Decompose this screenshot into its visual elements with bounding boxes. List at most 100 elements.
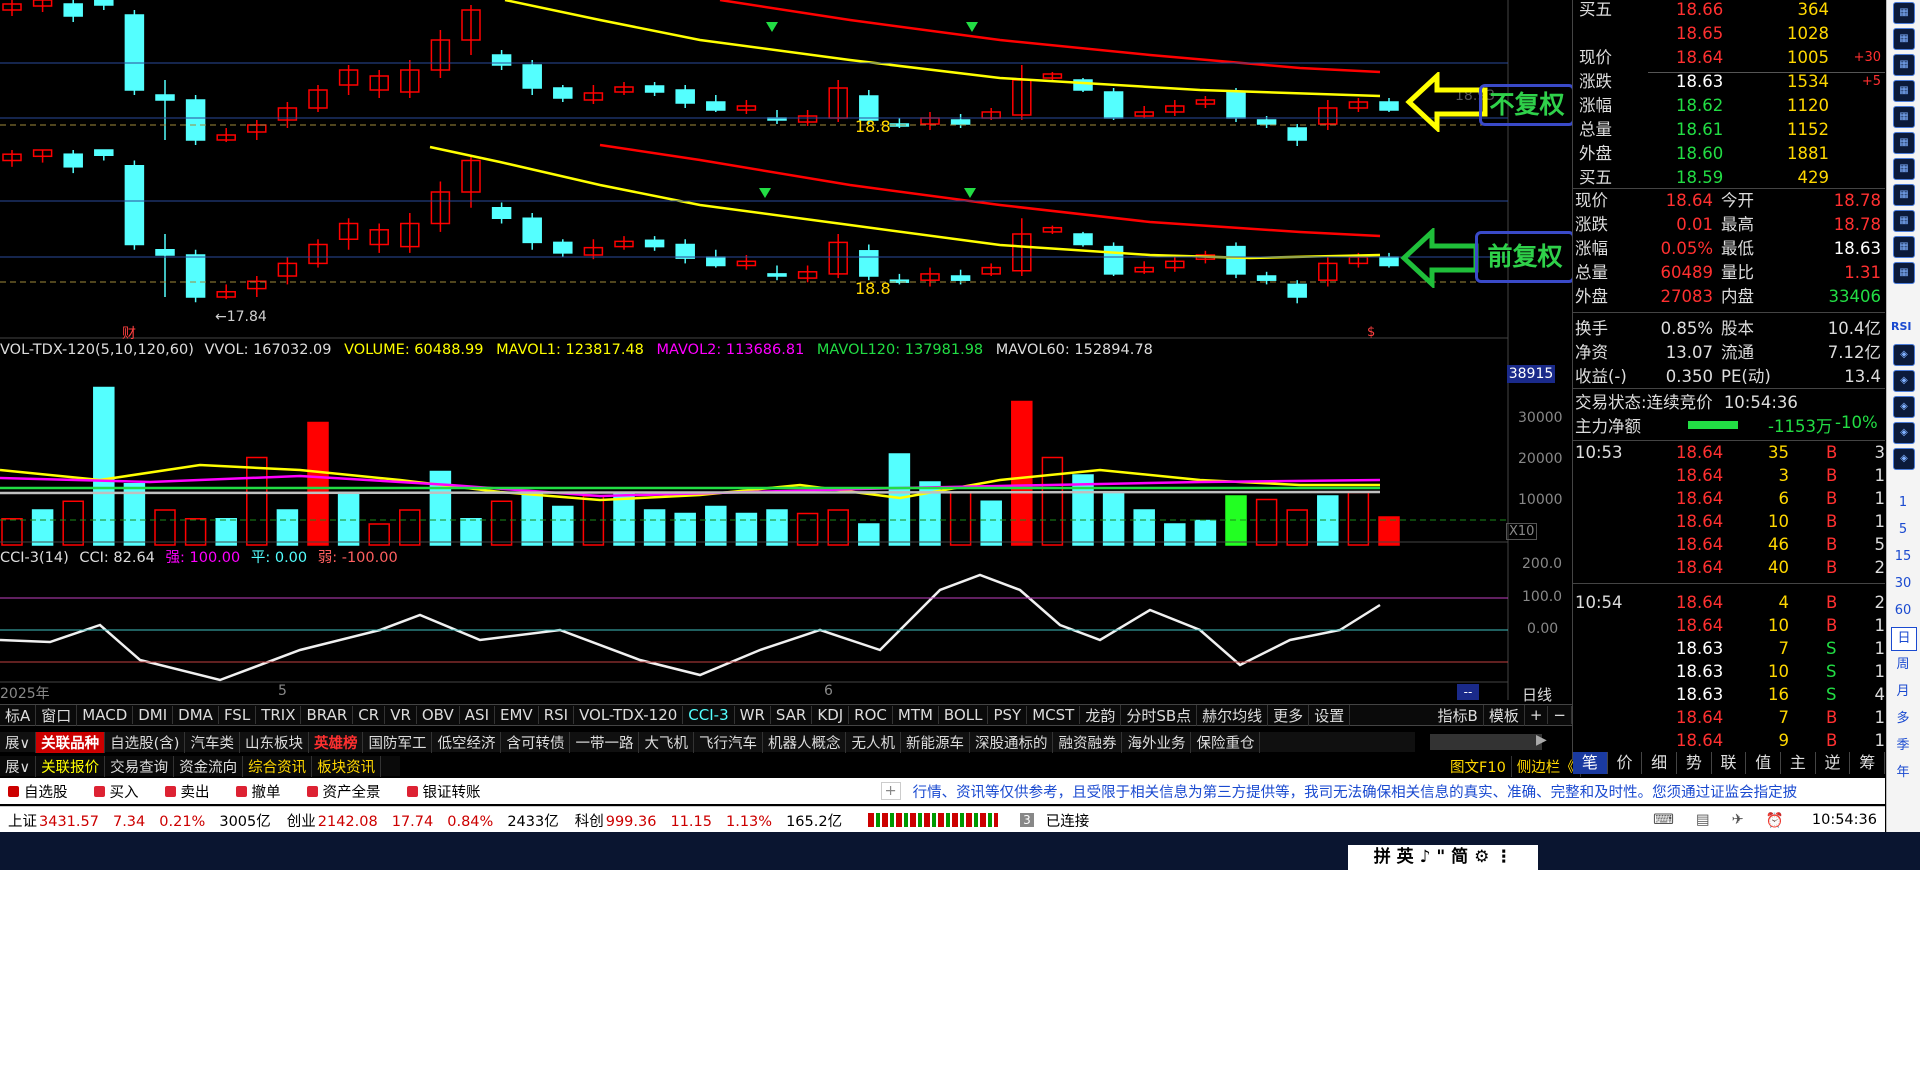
tab-indicator-tabs-13[interactable]: RSI bbox=[539, 706, 575, 724]
order-book-row[interactable]: 现价 18.64 1005 +30 bbox=[1573, 46, 1885, 70]
tab-indicator-tabs-28[interactable]: 设置 bbox=[1309, 704, 1351, 726]
volume-scale-toggle[interactable]: X10 bbox=[1506, 523, 1538, 540]
scroll-right-icon[interactable]: ▶ bbox=[1536, 732, 1547, 748]
order-book-row[interactable]: 涨幅 18.62 1120 bbox=[1573, 94, 1885, 118]
f2-icon[interactable]: ▦ bbox=[1893, 184, 1915, 206]
tab-sub-tabs-0[interactable]: 展∨ bbox=[0, 755, 37, 777]
tab-indicator-tabs-12[interactable]: EMV bbox=[495, 706, 539, 724]
ime-toolbar[interactable]: 拼 英 ♪ " 简 ⚙ ⋮ bbox=[1348, 845, 1538, 870]
move-icon[interactable]: ◈ bbox=[1893, 370, 1915, 392]
tab-sector-tabs-15[interactable]: 深股通标的 bbox=[970, 731, 1054, 753]
tab-sub-tabs-2[interactable]: 交易查询 bbox=[105, 755, 175, 777]
tab-indicator-tabs-25[interactable]: 分时SB点 bbox=[1121, 704, 1198, 726]
chart-nav-button[interactable]: -- bbox=[1457, 684, 1479, 700]
period-10[interactable]: 年 bbox=[1891, 762, 1915, 784]
tab-sub-tabs-4[interactable]: 综合资讯 bbox=[243, 755, 313, 777]
tab-sector-tabs-10[interactable]: 大飞机 bbox=[639, 731, 694, 753]
detail-tab-6[interactable]: 主 bbox=[1781, 752, 1816, 774]
tab-indicator-tabs-26[interactable]: 赫尔均线 bbox=[1197, 704, 1269, 726]
tab-indicator-right-0[interactable]: 指标B bbox=[1433, 704, 1484, 726]
order-book-row[interactable]: 买五 18.66 364 bbox=[1573, 0, 1885, 22]
tab-indicator-tabs-5[interactable]: FSL bbox=[219, 706, 257, 724]
pencil-icon[interactable]: ◈ bbox=[1893, 396, 1915, 418]
detail-tab-0[interactable]: 笔 bbox=[1573, 752, 1608, 774]
tab-sub-tabs-5[interactable]: 板块资讯 bbox=[312, 755, 382, 777]
tab-indicator-tabs-9[interactable]: VR bbox=[385, 706, 417, 724]
detail-tab-5[interactable]: 值 bbox=[1746, 752, 1782, 774]
keyboard-icon[interactable]: ⌨ bbox=[1653, 812, 1674, 828]
sync-icon[interactable]: ◈ bbox=[1893, 448, 1915, 470]
period-3[interactable]: 30 bbox=[1891, 573, 1915, 595]
period-1[interactable]: 5 bbox=[1891, 519, 1915, 541]
candle-icon[interactable]: ▦ bbox=[1893, 262, 1915, 284]
tab-indicator-tabs-27[interactable]: 更多 bbox=[1268, 704, 1310, 726]
f10-icon[interactable]: ▦ bbox=[1893, 106, 1915, 128]
detail-tab-1[interactable]: 价 bbox=[1608, 752, 1643, 774]
index-kc[interactable]: 科创 999.36 11.15 1.13% 165.2亿 bbox=[575, 810, 850, 831]
order-book-row[interactable]: 涨跌 18.63 1534 +5 bbox=[1573, 70, 1885, 94]
tab-sector-tabs-13[interactable]: 无人机 bbox=[846, 731, 901, 753]
tab-sector-tabs-1[interactable]: 关联品种 bbox=[36, 731, 106, 753]
tab-indicator-tabs-19[interactable]: ROC bbox=[849, 706, 893, 724]
tab-indicator-tabs-10[interactable]: OBV bbox=[417, 706, 460, 724]
period-8[interactable]: 多 bbox=[1891, 708, 1915, 730]
tab-indicator-tabs-3[interactable]: DMI bbox=[133, 706, 174, 724]
tab-indicator-tabs-6[interactable]: TRIX bbox=[256, 706, 302, 724]
index-sh[interactable]: 上证 3431.57 7.34 0.21% 3005亿 bbox=[8, 810, 279, 831]
tab-indicator-tabs-16[interactable]: WR bbox=[735, 706, 771, 724]
refresh-icon[interactable]: ▦ bbox=[1893, 236, 1915, 258]
tab-sector-tabs-17[interactable]: 海外业务 bbox=[1122, 731, 1192, 753]
finance-marker[interactable]: 财 bbox=[122, 323, 136, 343]
f7-icon[interactable]: ▦ bbox=[1893, 210, 1915, 232]
toolbar-item-4[interactable]: 资产全景 bbox=[306, 781, 381, 802]
period-6[interactable]: 周 bbox=[1891, 654, 1915, 676]
tab-indicator-tabs-7[interactable]: BRAR bbox=[301, 706, 354, 724]
f5-icon[interactable]: ◈ bbox=[1893, 422, 1915, 444]
period-5[interactable]: 日 bbox=[1891, 627, 1917, 651]
order-book-row[interactable]: 18.65 1028 bbox=[1573, 22, 1885, 46]
tab-sector-tabs-18[interactable]: 保险重仓 bbox=[1191, 731, 1261, 753]
rsi-icon[interactable]: RSI bbox=[1891, 320, 1912, 333]
tab-indicator-tabs-4[interactable]: DMA bbox=[173, 706, 219, 724]
tab-sector-tabs-6[interactable]: 国防军工 bbox=[363, 731, 433, 753]
tab-f10-tabs-0[interactable]: 图文F10 bbox=[1445, 755, 1512, 777]
bar-chart-icon[interactable]: ▦ bbox=[1893, 54, 1915, 76]
toolbar-item-3[interactable]: 撤单 bbox=[235, 781, 281, 802]
tab-indicator-tabs-14[interactable]: VOL-TDX-120 bbox=[574, 706, 684, 724]
toolbar-item-0[interactable]: 自选股 bbox=[8, 781, 68, 802]
detail-tab-4[interactable]: 联 bbox=[1712, 752, 1747, 774]
tab-indicator-tabs-2[interactable]: MACD bbox=[77, 706, 134, 724]
chart-icon[interactable]: ▤ bbox=[1696, 812, 1710, 828]
tab-indicator-tabs-1[interactable]: 窗口 bbox=[36, 704, 78, 726]
dollar-icon[interactable]: ◈ bbox=[1893, 344, 1915, 366]
tab-sector-tabs-0[interactable]: 展∨ bbox=[0, 731, 37, 753]
doc-icon[interactable]: ▦ bbox=[1893, 2, 1915, 24]
dollar-marker[interactable]: $ bbox=[1367, 325, 1375, 340]
tab-sector-tabs-7[interactable]: 低空经济 bbox=[432, 731, 502, 753]
toolbar-add-button[interactable]: + bbox=[880, 782, 901, 800]
tab-sector-tabs-8[interactable]: 含可转债 bbox=[501, 731, 571, 753]
tab-sector-tabs-3[interactable]: 汽车类 bbox=[185, 731, 240, 753]
order-book-row[interactable]: 外盘 18.60 1881 bbox=[1573, 142, 1885, 166]
tab-sector-tabs-5[interactable]: 英雄榜 bbox=[309, 731, 364, 753]
connection-status[interactable]: 已连接 bbox=[1046, 810, 1090, 831]
tab-sector-tabs-16[interactable]: 融资融券 bbox=[1053, 731, 1123, 753]
alarm-icon[interactable]: ⏰ bbox=[1766, 812, 1784, 829]
period-9[interactable]: 季 bbox=[1891, 735, 1915, 757]
tab-indicator-tabs-21[interactable]: BOLL bbox=[939, 706, 989, 724]
detail-tab-7[interactable]: 逆 bbox=[1816, 752, 1851, 774]
tab-sector-tabs-9[interactable]: 一带一路 bbox=[570, 731, 640, 753]
toolbar-item-2[interactable]: 卖出 bbox=[164, 781, 210, 802]
order-book-row[interactable]: 买五 18.59 429 bbox=[1573, 166, 1885, 190]
tab-indicator-tabs-18[interactable]: KDJ bbox=[812, 706, 850, 724]
period-4[interactable]: 60 bbox=[1891, 600, 1915, 622]
tab-sector-tabs-11[interactable]: 飞行汽车 bbox=[694, 731, 763, 753]
tab-sector-tabs-12[interactable]: 机器人概念 bbox=[763, 731, 847, 753]
tab-indicator-tabs-23[interactable]: MCST bbox=[1027, 706, 1081, 724]
tab-indicator-tabs-0[interactable]: 标A bbox=[0, 704, 37, 726]
tab-sector-tabs-14[interactable]: 新能源车 bbox=[901, 731, 970, 753]
tab-indicator-tabs-20[interactable]: MTM bbox=[893, 706, 939, 724]
sector-scrollbar[interactable] bbox=[1430, 734, 1542, 750]
tab-indicator-right-1[interactable]: 模板 bbox=[1484, 704, 1525, 726]
news-icon[interactable]: ▦ bbox=[1893, 158, 1915, 180]
